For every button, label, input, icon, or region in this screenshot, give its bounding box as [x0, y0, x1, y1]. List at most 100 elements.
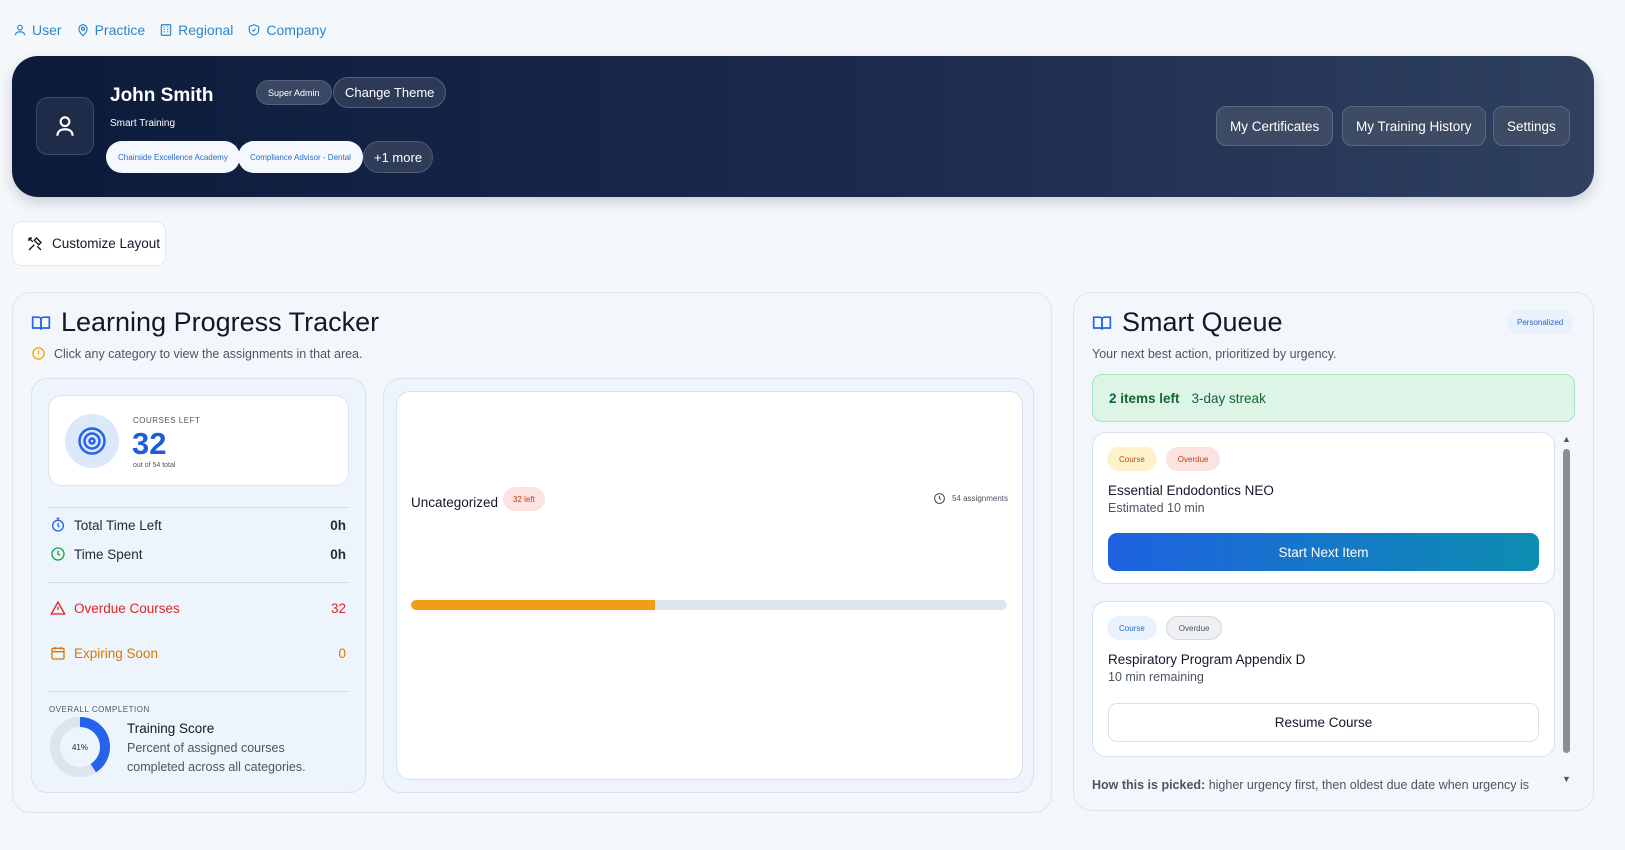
user-subtitle: Smart Training [110, 118, 176, 129]
divider [48, 507, 349, 508]
my-training-history-button[interactable]: My Training History [1342, 106, 1486, 146]
category-left-badge: 32 left [503, 487, 545, 511]
queue-item-title: Respiratory Program Appendix D [1108, 652, 1306, 667]
training-score-description: Percent of assigned courses completed ac… [127, 741, 306, 774]
courses-total-text: out of 54 total [133, 462, 176, 469]
completion-percent: 41% [71, 742, 88, 752]
alert-expiring-soon[interactable]: Expiring Soon 0 [50, 645, 346, 661]
tracker-hint: Click any category to view the assignmen… [31, 346, 362, 361]
tracker-title: Learning Progress Tracker [31, 307, 379, 338]
queue-subtitle: Your next best action, prioritized by ur… [1092, 347, 1337, 361]
scroll-up-arrow-icon[interactable]: ▲ [1562, 434, 1571, 444]
queue-item-tags: Course Overdue [1107, 447, 1221, 471]
alert-label: Overdue Courses [74, 600, 180, 616]
scope-practice-label: Practice [94, 22, 146, 38]
clock-icon [934, 493, 945, 504]
category-progress-fill [411, 600, 656, 610]
my-certificates-button[interactable]: My Certificates [1216, 106, 1334, 146]
alert-value: 0 [338, 645, 346, 661]
map-pin-icon [77, 24, 88, 37]
alert-label: Expiring Soon [74, 645, 159, 661]
user-icon [56, 116, 74, 136]
profile-banner: John Smith Super Admin Change Theme Smar… [12, 56, 1594, 197]
info-icon [32, 347, 45, 360]
queue-title: Smart Queue [1092, 307, 1283, 338]
courses-left-value: 32 [132, 426, 167, 461]
overdue-tag: Overdue [1165, 447, 1221, 471]
target-icon [78, 427, 106, 455]
user-name: John Smith [110, 85, 214, 106]
queue-item-tags: Course Overdue [1107, 616, 1223, 640]
building-icon [160, 24, 172, 36]
queue-item-title: Essential Endodontics NEO [1108, 483, 1274, 498]
scope-company[interactable]: Company [247, 22, 326, 38]
queue-item: Course Overdue Respiratory Program Appen… [1092, 601, 1555, 757]
start-next-item-button[interactable]: Start Next Item [1108, 533, 1539, 571]
course-tag: Course [1107, 616, 1157, 640]
change-theme-button[interactable]: Change Theme [333, 77, 447, 108]
tracker-title-text: Learning Progress Tracker [61, 307, 380, 337]
scope-nav: User Practice Regional Company [13, 22, 326, 38]
divider [48, 582, 349, 583]
queue-scrollbar[interactable]: ▲ ▼ [1561, 434, 1571, 792]
role-badge: Super Admin [256, 80, 332, 105]
target-icon-wrap [65, 414, 119, 468]
queue-item-meta: Estimated 10 min [1108, 501, 1205, 515]
training-score-title: Training Score [127, 721, 215, 736]
org-chip[interactable]: Chairside Excellence Academy [106, 141, 240, 173]
book-icon [1092, 315, 1112, 330]
streak-text: 3-day streak [1191, 390, 1266, 406]
category-assignment-count: 54 assignments [933, 492, 1008, 505]
queue-item: Course Overdue Essential Endodontics NEO… [1092, 432, 1555, 584]
clock-icon [51, 547, 65, 561]
scope-practice[interactable]: Practice [76, 22, 146, 38]
warning-icon [50, 600, 66, 615]
explain-label: How this is picked: [1092, 778, 1206, 792]
stat-total-time-left: Total Time Left 0h [50, 517, 346, 533]
stat-label: Time Spent [74, 546, 143, 562]
scroll-down-arrow-icon[interactable]: ▼ [1562, 774, 1571, 784]
queue-title-text: Smart Queue [1122, 307, 1283, 337]
assignment-count-text: 54 assignments [951, 494, 1008, 503]
book-icon [31, 315, 51, 330]
scrollbar-thumb[interactable] [1563, 449, 1570, 753]
overdue-tag: Overdue [1165, 616, 1223, 640]
settings-button[interactable]: Settings [1493, 106, 1570, 146]
stopwatch-icon [52, 517, 64, 532]
streak-banner: 2 items left 3-day streak [1092, 374, 1575, 422]
queue-list: Course Overdue Essential Endodontics NEO… [1090, 430, 1559, 792]
user-icon [14, 24, 26, 36]
queue-explanation: How this is picked: higher urgency first… [1092, 778, 1529, 792]
category-area: Uncategorized 32 left 54 assignments [383, 378, 1034, 793]
resume-course-button[interactable]: Resume Course [1108, 703, 1539, 742]
personalized-badge: Personalized [1507, 310, 1574, 334]
summary-card: COURSES LEFT 32 out of 54 total Total Ti… [31, 378, 366, 793]
scope-regional[interactable]: Regional [159, 22, 233, 38]
category-card[interactable]: Uncategorized 32 left 54 assignments [396, 391, 1023, 780]
explain-text: higher urgency first, then oldest due da… [1208, 778, 1530, 792]
courses-left-card: COURSES LEFT 32 out of 54 total [48, 395, 349, 486]
more-orgs-chip[interactable]: +1 more [363, 141, 434, 173]
tools-icon [28, 236, 42, 250]
divider [48, 691, 349, 692]
customize-layout-label: Customize Layout [52, 236, 161, 251]
org-chip[interactable]: Compliance Advisor - Dental [238, 141, 363, 173]
shield-icon [249, 24, 260, 36]
overall-completion-label: OVERALL COMPLETION [49, 705, 150, 714]
course-tag: Course [1107, 447, 1157, 471]
queue-item-meta: 10 min remaining [1108, 670, 1204, 684]
stat-time-spent: Time Spent 0h [50, 546, 346, 562]
tracker-hint-text: Click any category to view the assignmen… [54, 346, 363, 361]
customize-layout-button[interactable]: Customize Layout [12, 221, 166, 266]
courses-left-label: COURSES LEFT [133, 416, 201, 425]
avatar [36, 97, 94, 155]
items-left-text: 2 items left [1109, 390, 1180, 406]
scope-user[interactable]: User [13, 22, 62, 38]
stat-value: 0h [330, 517, 346, 533]
scope-regional-label: Regional [178, 22, 234, 38]
alert-overdue-courses[interactable]: Overdue Courses 32 [50, 600, 346, 616]
category-progress-bar [411, 600, 1007, 610]
stat-label: Total Time Left [74, 517, 162, 533]
category-name: Uncategorized [411, 495, 499, 510]
calendar-icon [51, 647, 65, 660]
